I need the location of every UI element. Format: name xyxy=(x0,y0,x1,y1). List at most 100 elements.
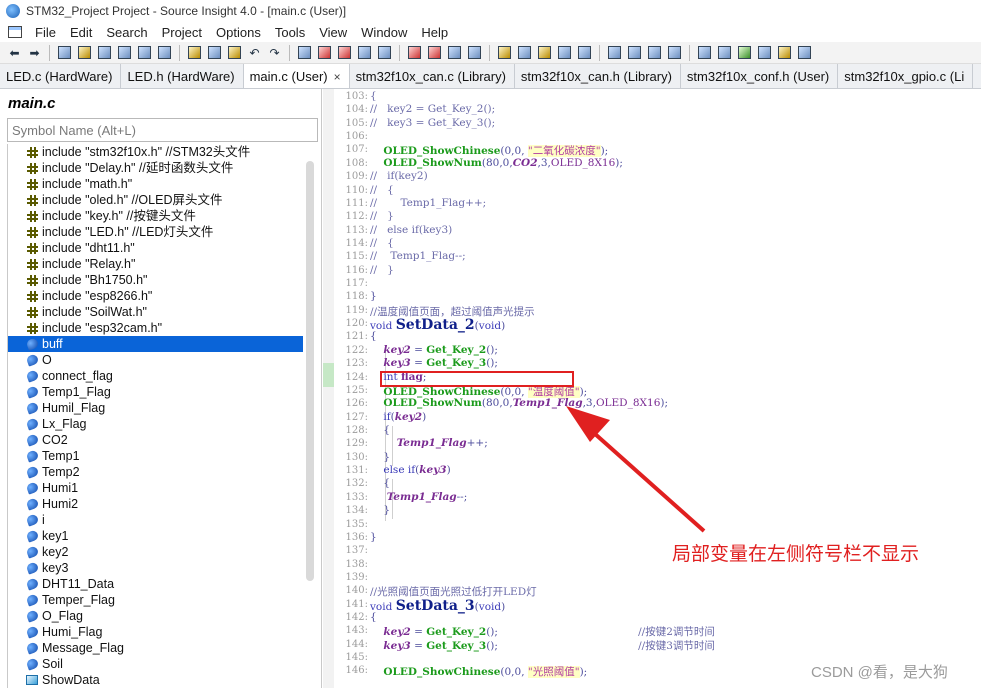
tab-stm32f10x-gpio-c[interactable]: stm32f10x_gpio.c (Li xyxy=(838,64,974,88)
symbol-item[interactable]: Temp2 xyxy=(8,464,303,480)
symbol-search-input[interactable] xyxy=(7,118,318,142)
menu-window[interactable]: Window xyxy=(354,25,414,40)
context-window-icon[interactable] xyxy=(516,44,533,61)
code-line[interactable]: key3 = Get_Key_3(); xyxy=(370,357,498,369)
print-icon[interactable] xyxy=(156,44,173,61)
code-line[interactable]: } xyxy=(370,531,377,543)
symbol-item[interactable]: Humi_Flag xyxy=(8,624,303,640)
layout-1-icon[interactable] xyxy=(606,44,623,61)
save-icon[interactable] xyxy=(96,44,113,61)
menu-view[interactable]: View xyxy=(312,25,354,40)
menu-help[interactable]: Help xyxy=(414,25,455,40)
symbol-item[interactable]: include "Bh1750.h" xyxy=(8,272,303,288)
symbol-item[interactable]: include "esp8266.h" xyxy=(8,288,303,304)
cut-icon[interactable] xyxy=(186,44,203,61)
symbol-item[interactable]: include "esp32cam.h" xyxy=(8,320,303,336)
menu-search[interactable]: Search xyxy=(99,25,154,40)
symbol-item[interactable]: O_Flag xyxy=(8,608,303,624)
indent-icon[interactable] xyxy=(406,44,423,61)
code-line[interactable]: OLED_ShowNum(80,0,Temp1_Flag,3,OLED_8X16… xyxy=(370,397,668,409)
symbol-item[interactable]: key2 xyxy=(8,544,303,560)
new-file-icon[interactable] xyxy=(56,44,73,61)
browse-local-icon[interactable] xyxy=(776,44,793,61)
symbol-item[interactable]: include "math.h" xyxy=(8,176,303,192)
open-file-icon[interactable] xyxy=(76,44,93,61)
code-line[interactable]: OLED_ShowNum(80,0,CO2,3,OLED_8X16); xyxy=(370,157,623,169)
tab-led-h[interactable]: LED.h (HardWare) xyxy=(121,64,244,88)
code-line[interactable]: } xyxy=(370,504,390,516)
layout-3-icon[interactable] xyxy=(646,44,663,61)
bookmark-icon[interactable] xyxy=(336,44,353,61)
relation-window-icon[interactable] xyxy=(496,44,513,61)
symbol-item[interactable]: ShowData xyxy=(8,672,303,688)
symbol-item[interactable]: include "Delay.h" //延时函数头文件 xyxy=(8,160,303,176)
outdent-icon[interactable] xyxy=(426,44,443,61)
back-arrow-icon[interactable]: ⬅ xyxy=(6,44,23,61)
code-line[interactable]: void SetData_3(void) xyxy=(370,598,505,614)
symbol-item[interactable]: Lx_Flag xyxy=(8,416,303,432)
code-line[interactable]: else if(key3) xyxy=(370,464,450,476)
code-line[interactable]: key2 = Get_Key_2(); xyxy=(370,344,498,356)
symbol-item[interactable]: include "LED.h" //LED灯头文件 xyxy=(8,224,303,240)
tab-led-c[interactable]: LED.c (HardWare) xyxy=(0,64,122,88)
symbol-item[interactable]: i xyxy=(8,512,303,528)
code-line[interactable]: // else if(key3) xyxy=(370,224,452,236)
tab-main-c[interactable]: main.c (User) × xyxy=(243,64,350,88)
menu-file[interactable]: File xyxy=(28,25,63,40)
summary-icon[interactable] xyxy=(756,44,773,61)
code-line[interactable]: void SetData_2(void) xyxy=(370,317,505,333)
menu-options[interactable]: Options xyxy=(209,25,268,40)
redo-icon[interactable]: ↷ xyxy=(266,44,283,61)
symbol-item[interactable]: Humi1 xyxy=(8,480,303,496)
symbol-item[interactable]: connect_flag xyxy=(8,368,303,384)
code-line[interactable]: // if(key2) xyxy=(370,170,428,182)
code-line[interactable]: // } xyxy=(370,210,394,222)
code-line[interactable]: key3 = Get_Key_3(); //按键3调节时间 xyxy=(370,638,715,653)
code-line[interactable]: Temp1_Flag++; xyxy=(370,437,488,449)
copy-icon[interactable] xyxy=(206,44,223,61)
code-line[interactable]: { xyxy=(370,611,377,623)
code-line[interactable]: // key2 = Get_Key_2(); xyxy=(370,103,495,115)
code-editor[interactable]: 103: 104: 105: 106: 107: 108: 109: 110: 111: 112:… xyxy=(323,89,981,688)
symbol-item[interactable]: include "SoilWat.h" xyxy=(8,304,303,320)
code-line[interactable]: { xyxy=(370,424,390,436)
symbol-item[interactable]: include "Relay.h" xyxy=(8,256,303,272)
symbol-item[interactable]: include "oled.h" //OLED屏头文件 xyxy=(8,192,303,208)
code-line[interactable]: } xyxy=(370,451,390,463)
symbol-window-icon[interactable] xyxy=(446,44,463,61)
symbol-item[interactable]: key3 xyxy=(8,560,303,576)
code-line[interactable]: // Temp1_Flag--; xyxy=(370,250,466,262)
tab-stm32f10x-can-h[interactable]: stm32f10x_can.h (Library) xyxy=(514,64,681,88)
symbol-item[interactable]: include "key.h" //按键头文件 xyxy=(8,208,303,224)
symbol-item[interactable]: Humil_Flag xyxy=(8,400,303,416)
symbol-item[interactable]: Temper_Flag xyxy=(8,592,303,608)
symbol-item[interactable]: Humi2 xyxy=(8,496,303,512)
menu-tools[interactable]: Tools xyxy=(268,25,312,40)
clip-window-icon[interactable] xyxy=(716,44,733,61)
symbol-item[interactable]: Message_Flag xyxy=(8,640,303,656)
tab-stm32f10x-conf-h[interactable]: stm32f10x_conf.h (User) xyxy=(680,64,839,88)
symbol-item[interactable]: Temp1_Flag xyxy=(8,384,303,400)
layout-4-icon[interactable] xyxy=(666,44,683,61)
symbol-item[interactable]: Soil xyxy=(8,656,303,672)
symbol-item[interactable]: key1 xyxy=(8,528,303,544)
jump-icon[interactable] xyxy=(316,44,333,61)
symbol-item[interactable]: O xyxy=(8,352,303,368)
symbol-item[interactable]: buff xyxy=(8,336,303,352)
code-line[interactable]: { xyxy=(370,477,390,489)
project-window-icon[interactable] xyxy=(466,44,483,61)
help-icon[interactable] xyxy=(796,44,813,61)
code-line[interactable]: // } xyxy=(370,264,394,276)
symbol-item[interactable]: Temp1 xyxy=(8,448,303,464)
symbol-item[interactable]: include "dht11.h" xyxy=(8,240,303,256)
close-file-icon[interactable] xyxy=(136,44,153,61)
code-line[interactable]: // { xyxy=(370,184,394,196)
paste-icon[interactable] xyxy=(226,44,243,61)
browse-icon[interactable] xyxy=(296,44,313,61)
code-area[interactable]: {// key2 = Get_Key_2();// key3 = Get_Key… xyxy=(370,89,981,688)
window-menu-icon[interactable] xyxy=(8,26,22,38)
code-line[interactable]: // Temp1_Flag++; xyxy=(370,197,486,209)
forward-arrow-icon[interactable]: ➡ xyxy=(26,44,43,61)
replace-icon[interactable] xyxy=(356,44,373,61)
call-graph-icon[interactable] xyxy=(556,44,573,61)
